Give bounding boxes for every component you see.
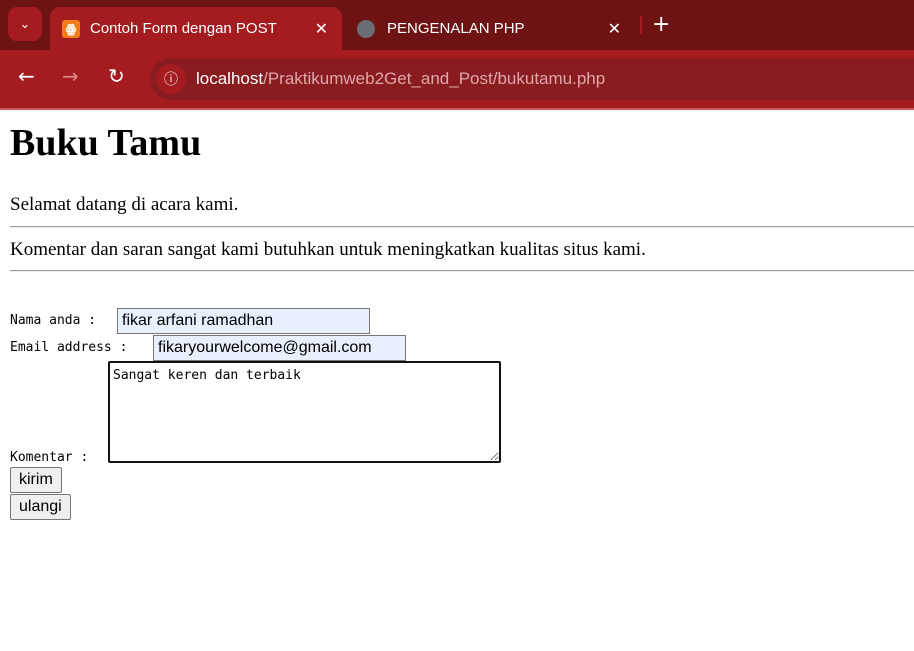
address-bar[interactable]: ⓘ localhost/Praktikumweb2Get_and_Post/bu… — [150, 58, 914, 100]
tab-contoh-form[interactable]: ꙮ Contoh Form dengan POST ✕ — [50, 7, 342, 50]
toolbar-border — [0, 108, 914, 110]
welcome-text: Selamat datang di acara kami. — [10, 194, 239, 215]
intro-text: Komentar dan saran sangat kami butuhkan … — [10, 239, 646, 260]
divider — [10, 226, 914, 228]
forward-icon[interactable]: → — [62, 64, 79, 88]
tab-title: PENGENALAN PHP — [387, 20, 525, 37]
chevron-down-icon: ⌄ — [19, 16, 31, 32]
tab-title: Contoh Form dengan POST — [90, 20, 277, 37]
back-icon[interactable]: ← — [18, 64, 35, 88]
page-title: Buku Tamu — [10, 122, 202, 164]
comment-label: Komentar : — [10, 450, 89, 465]
close-icon[interactable]: ✕ — [315, 19, 328, 39]
divider — [10, 270, 914, 272]
url-host: localhost — [196, 69, 264, 88]
name-label: Nama anda : — [10, 313, 97, 328]
url-path: /Praktikumweb2Get_and_Post/bukutamu.php — [263, 69, 606, 88]
email-input[interactable] — [153, 335, 406, 361]
comment-textarea[interactable]: Sangat keren dan terbaik — [108, 361, 501, 463]
url-text: localhost/Praktikumweb2Get_and_Post/buku… — [196, 69, 605, 89]
tab-search-button[interactable]: ⌄ — [8, 7, 42, 41]
tab-pengenalan-php[interactable]: PENGENALAN PHP ✕ — [345, 7, 635, 50]
new-tab-button[interactable]: + — [652, 12, 670, 37]
close-icon[interactable]: ✕ — [608, 19, 621, 39]
email-label: Email address : — [10, 340, 128, 355]
globe-icon — [357, 19, 375, 38]
reload-icon[interactable]: ↻ — [108, 64, 125, 88]
name-input[interactable] — [117, 308, 370, 334]
tab-divider — [640, 16, 642, 34]
submit-button[interactable]: kirim — [10, 467, 62, 493]
reset-button[interactable]: ulangi — [10, 494, 71, 520]
info-icon[interactable]: ⓘ — [156, 64, 186, 94]
xampp-icon: ꙮ — [62, 19, 80, 38]
